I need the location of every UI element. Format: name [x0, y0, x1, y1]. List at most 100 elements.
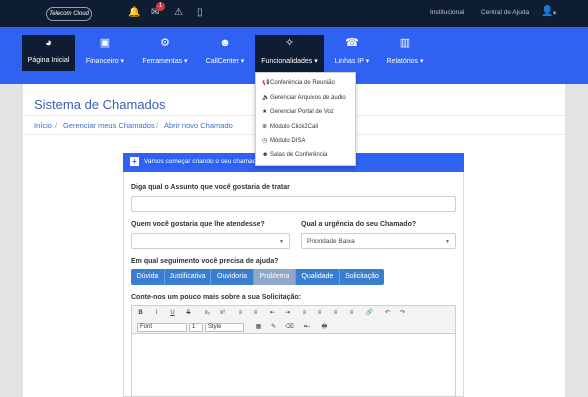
ordered-list-button[interactable]: ≡: [236, 309, 245, 317]
user-menu-caret[interactable]: ▾: [553, 9, 556, 17]
menu-item-label: Módulo Click2Call: [270, 124, 319, 130]
align-left-button[interactable]: ≡: [300, 309, 309, 317]
menu-item-label: Conferência de Reunião: [270, 80, 335, 86]
menu-item-label: Gerenciar Arquivos de áudio: [270, 95, 346, 101]
plus-icon: +: [130, 157, 139, 166]
breadcrumb-gerenciar[interactable]: Gerenciar meus Chamados: [63, 121, 155, 130]
menu-item-conferencia-reuniao[interactable]: 📢Conferência de Reunião: [262, 79, 335, 86]
attendant-select[interactable]: ▼: [131, 233, 290, 249]
link-central-ajuda[interactable]: Central de Ajuda: [481, 9, 529, 16]
size-select[interactable]: 1: [189, 323, 203, 332]
nav-callcenter[interactable]: ☻ CallCenter ▾: [202, 35, 248, 71]
redo-button[interactable]: ↷: [398, 309, 407, 317]
fullscreen-icon[interactable]: ⇔: [304, 323, 313, 331]
outdent-button[interactable]: ⇤: [268, 309, 277, 317]
users-icon: ☻: [219, 37, 231, 49]
chevron-down-icon: ▼: [445, 239, 450, 245]
dashboard-icon: ◕: [45, 37, 52, 49]
nav-ferramentas[interactable]: ⚙ Ferramentas ▾: [138, 35, 192, 71]
menu-item-click2call[interactable]: ⊕ Módulo Click2Call: [262, 123, 318, 130]
nav-financeiro[interactable]: ▣ Financeiro ▾: [82, 35, 128, 71]
bullhorn-icon: 📢: [262, 80, 270, 86]
bell-icon[interactable]: 🔔: [128, 8, 140, 18]
attendant-label: Quem você gostaria que lhe atendesse?: [131, 221, 265, 228]
nav-linhas-ip[interactable]: ☎ Linhas IP ▾: [332, 35, 372, 71]
menu-item-arquivos-audio[interactable]: 🔈Gerenciar Arquivos de áudio: [262, 94, 346, 101]
notification-badge: 1: [156, 2, 165, 11]
page-title: Sistema de Chamados: [34, 97, 166, 112]
warning-icon[interactable]: ⚠: [174, 8, 183, 18]
justify-button[interactable]: ≡: [347, 309, 356, 317]
unordered-list-button[interactable]: ≡: [251, 309, 260, 317]
nav-label: Funcionalidades ▾: [261, 58, 318, 65]
segment-qualidade[interactable]: Qualidade: [296, 269, 340, 285]
nav-label: CallCenter ▾: [205, 58, 245, 65]
indent-button[interactable]: ⇥: [283, 309, 292, 317]
segment-justificativa[interactable]: Justificativa: [165, 269, 211, 285]
align-center-button[interactable]: ≡: [315, 309, 324, 317]
phone-icon: ☎: [345, 37, 359, 49]
cogs-icon: ⚙: [160, 37, 170, 49]
style-select-value: Style: [208, 324, 222, 330]
urgency-label: Qual a urgência do seu Chamado?: [301, 221, 417, 228]
volume-icon: 🔈: [262, 95, 270, 101]
breadcrumb-inicio[interactable]: Início: [34, 121, 52, 130]
edit-icon[interactable]: ✎: [269, 323, 278, 331]
money-icon: ▣: [99, 37, 111, 49]
magic-wand-icon: ✧: [284, 37, 295, 49]
align-right-button[interactable]: ≡: [331, 309, 340, 317]
superscript-button[interactable]: x²: [218, 309, 227, 317]
editor-body[interactable]: [131, 334, 456, 397]
crosshair-icon: ⊕: [262, 124, 268, 130]
breadcrumb-separator: /: [55, 121, 58, 130]
nav-funcionalidades[interactable]: ✧ Funcionalidades ▾: [255, 35, 324, 72]
nav-label: Página Inicial: [27, 57, 70, 64]
menu-item-salas-conferencia[interactable]: ☻ Salas de Conferência: [262, 152, 327, 158]
table-icon[interactable]: ▦: [254, 323, 263, 331]
font-select-value: Font: [140, 324, 153, 330]
subscript-button[interactable]: x₂: [203, 309, 212, 317]
font-select[interactable]: Font: [137, 323, 187, 332]
link-icon[interactable]: 🔗: [365, 309, 374, 317]
details-label: Conte-nos um pouco mais sobre a sua Soli…: [131, 294, 301, 301]
urgency-value: Prioridade Baixa: [307, 238, 355, 245]
style-select[interactable]: Style: [205, 323, 244, 332]
form-header-text: Vamos começar criando o seu chamado...: [144, 158, 266, 165]
subject-input[interactable]: [131, 196, 456, 212]
link-institucional[interactable]: Institucional: [430, 9, 464, 16]
segment-label: Em qual seguimento você precisa de ajuda…: [131, 258, 279, 265]
user-icon[interactable]: 👤: [541, 7, 553, 17]
segment-problema[interactable]: Problema: [254, 269, 296, 285]
logo[interactable]: Telecom Cloud: [46, 7, 92, 21]
menu-item-disa[interactable]: ◷ Módulo DISA: [262, 137, 305, 144]
segment-duvida[interactable]: Dúvida: [131, 269, 165, 285]
print-icon[interactable]: 🖶: [320, 323, 329, 331]
bold-button[interactable]: B: [136, 309, 145, 317]
mobile-icon[interactable]: ▯: [197, 8, 203, 18]
segment-ouvidoria[interactable]: Ouvidoria: [211, 269, 254, 285]
underline-button[interactable]: U: [168, 309, 177, 317]
urgency-select[interactable]: Prioridade Baixa ▼: [301, 233, 456, 249]
subject-label: Diga qual o Assunto que você gostaria de…: [131, 184, 290, 191]
breadcrumb-abrir[interactable]: Abrir novo Chamado: [164, 121, 233, 130]
chevron-down-icon: ▼: [279, 239, 284, 245]
italic-button[interactable]: I: [152, 309, 161, 317]
undo-button[interactable]: ↶: [383, 309, 392, 317]
nav-label: Ferramentas ▾: [142, 58, 188, 65]
menu-item-portal-voz[interactable]: ★ Gerenciar Portal de Voz: [262, 108, 334, 115]
nav-label: Financeiro ▾: [85, 58, 125, 65]
nav-relatorios[interactable]: ▥ Relatórios ▾: [382, 35, 428, 71]
segment-solicitacao[interactable]: Solicitação: [340, 269, 384, 285]
breadcrumb-separator: /: [156, 121, 159, 130]
star-icon: ★: [262, 109, 268, 115]
nav-label: Linhas IP ▾: [334, 58, 370, 65]
menu-item-label: Gerenciar Portal de Voz: [270, 109, 334, 115]
nav-label: Relatórios ▾: [386, 58, 424, 65]
nav-pagina-inicial[interactable]: ◕ Página Inicial: [22, 35, 75, 71]
strike-button[interactable]: S: [184, 309, 193, 317]
eraser-icon[interactable]: ⌫: [285, 323, 294, 331]
menu-item-label: Salas de Conferência: [270, 152, 328, 158]
menu-item-label: Módulo DISA: [270, 138, 306, 144]
clock-icon: ◷: [262, 138, 268, 144]
bar-chart-icon: ▥: [399, 37, 411, 49]
